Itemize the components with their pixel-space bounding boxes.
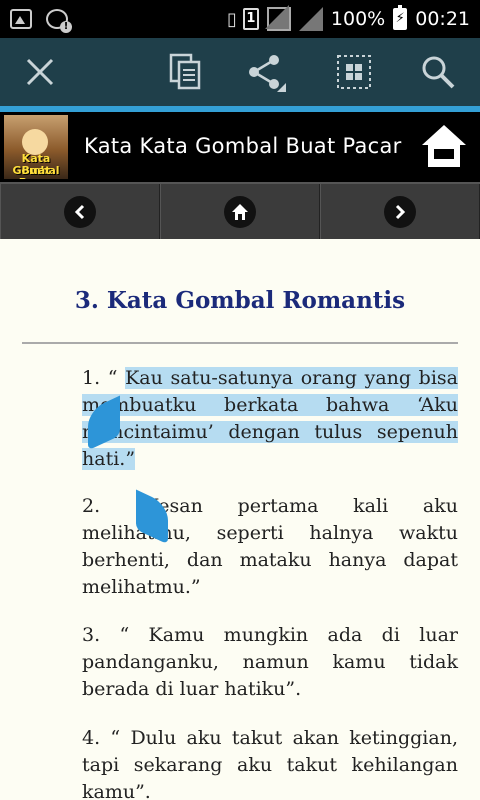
home-icon: [422, 125, 466, 167]
chevron-left-icon: [74, 204, 85, 219]
next-button[interactable]: [320, 184, 480, 239]
list-item[interactable]: 3. “ Kamu mungkin ada di luar pandangank…: [82, 622, 458, 703]
app-title: Kata Kata Gombal Buat Pacar: [84, 134, 402, 158]
list-item-prefix: 3. “: [82, 624, 149, 646]
chevron-right-icon: [395, 204, 406, 219]
list-item-text: Dulu aku takut akan ketinggian, tapi sek…: [82, 727, 458, 800]
next-button-bg: [384, 195, 416, 228]
app-header: Kata Gombal Buat Pacar Kata Kata Gombal …: [0, 112, 480, 182]
logo-text-line2: Buat Pacar: [19, 164, 54, 180]
vibrate-icon: ▯: [227, 8, 237, 30]
app-logo: Kata Gombal Buat Pacar: [4, 115, 68, 179]
clock: 00:21: [415, 8, 470, 30]
gallery-notification-icon: [10, 9, 32, 29]
battery-percent: 100%: [330, 8, 386, 30]
close-selection-button[interactable]: [8, 38, 72, 106]
chapter-navigation-bar: [0, 182, 480, 239]
list-item-prefix: 4. “: [82, 727, 131, 749]
sim-slot-icon: 1: [242, 8, 259, 30]
previous-button-bg: [64, 195, 96, 228]
article-content[interactable]: 3. Kata Gombal Romantis 1. “ Kau satu-sa…: [0, 239, 480, 800]
web-search-button[interactable]: [406, 38, 470, 106]
text-selection-action-bar: [0, 38, 480, 106]
nav-home-button[interactable]: [160, 184, 320, 239]
page-title: 3. Kata Gombal Romantis: [74, 287, 406, 314]
share-button[interactable]: [234, 38, 298, 106]
divider: [22, 342, 458, 344]
copy-icon: [169, 53, 201, 90]
browser-alert-notification-icon: [46, 9, 72, 33]
select-all-icon: [337, 55, 371, 89]
selected-text[interactable]: Kau satu-satunya orang yang bisa membuat…: [82, 367, 458, 470]
signal-strength-icon: [264, 5, 291, 31]
search-icon: [422, 56, 455, 89]
copy-button[interactable]: [154, 38, 218, 106]
share-icon: [249, 55, 286, 92]
nav-home-button-bg: [224, 195, 256, 228]
select-all-button[interactable]: [322, 38, 386, 106]
list-item[interactable]: 4. “ Dulu aku takut akan ketinggian, tap…: [82, 725, 458, 800]
signal-strength-2-icon: [298, 7, 323, 31]
battery-charging-icon: [393, 5, 408, 30]
previous-button[interactable]: [0, 184, 160, 239]
list-item[interactable]: 1. “ Kau satu-satunya orang yang bisa me…: [82, 365, 458, 473]
status-bar: ▯ 1 100% 00:21: [0, 0, 480, 38]
home-button[interactable]: [420, 123, 468, 171]
close-icon: [26, 58, 54, 86]
home-small-icon: [232, 203, 248, 220]
list-item-prefix: 1. “: [82, 367, 126, 389]
